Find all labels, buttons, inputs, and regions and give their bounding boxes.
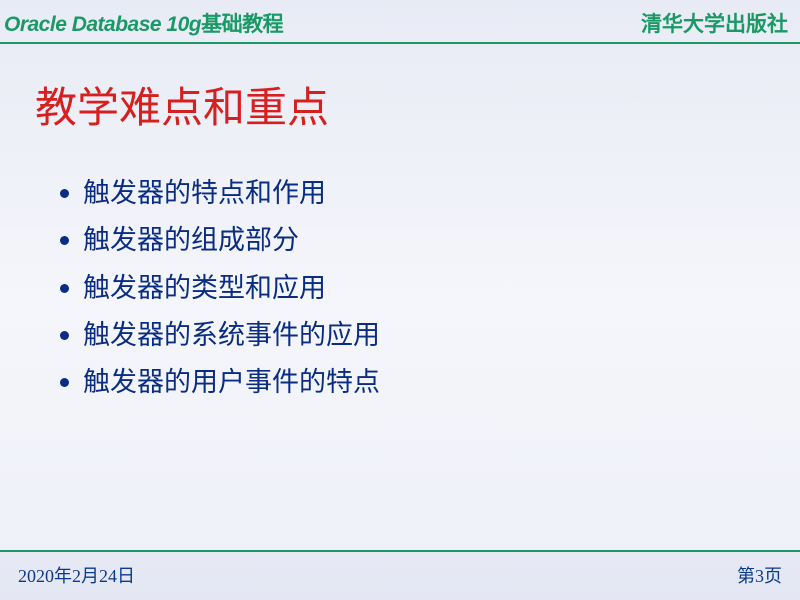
bullet-icon xyxy=(60,331,69,340)
list-item: 触发器的系统事件的应用 xyxy=(60,312,760,359)
publisher-name: 清华大学出版社 xyxy=(641,8,788,38)
list-item: 触发器的类型和应用 xyxy=(60,265,760,312)
slide-title: 教学难点和重点 xyxy=(35,74,760,135)
slide-content: 教学难点和重点 触发器的特点和作用 触发器的组成部分 触发器的类型和应用 触发器… xyxy=(0,44,800,436)
list-item-text: 触发器的系统事件的应用 xyxy=(83,312,380,359)
bullet-icon xyxy=(60,189,69,198)
title-english: Oracle Database 10g xyxy=(4,13,201,36)
title-chinese: 基础教程 xyxy=(201,13,283,36)
slide-footer: 2020年2月24日 第3页 xyxy=(0,550,800,600)
list-item: 触发器的组成部分 xyxy=(60,217,760,264)
list-item-text: 触发器的组成部分 xyxy=(83,217,299,264)
bullet-icon xyxy=(60,284,69,293)
list-item: 触发器的特点和作用 xyxy=(60,170,760,217)
footer-page-number: 第3页 xyxy=(737,562,782,588)
bullet-icon xyxy=(60,378,69,387)
list-item-text: 触发器的特点和作用 xyxy=(83,170,326,217)
list-item-text: 触发器的类型和应用 xyxy=(83,265,326,312)
list-item-text: 触发器的用户事件的特点 xyxy=(83,359,380,406)
list-item: 触发器的用户事件的特点 xyxy=(60,359,760,406)
course-title: Oracle Database 10g基础教程 xyxy=(4,8,283,38)
bullet-icon xyxy=(60,236,69,245)
slide-header: Oracle Database 10g基础教程 清华大学出版社 xyxy=(0,0,800,44)
footer-date: 2020年2月24日 xyxy=(18,562,135,588)
bullet-list: 触发器的特点和作用 触发器的组成部分 触发器的类型和应用 触发器的系统事件的应用… xyxy=(40,170,760,406)
